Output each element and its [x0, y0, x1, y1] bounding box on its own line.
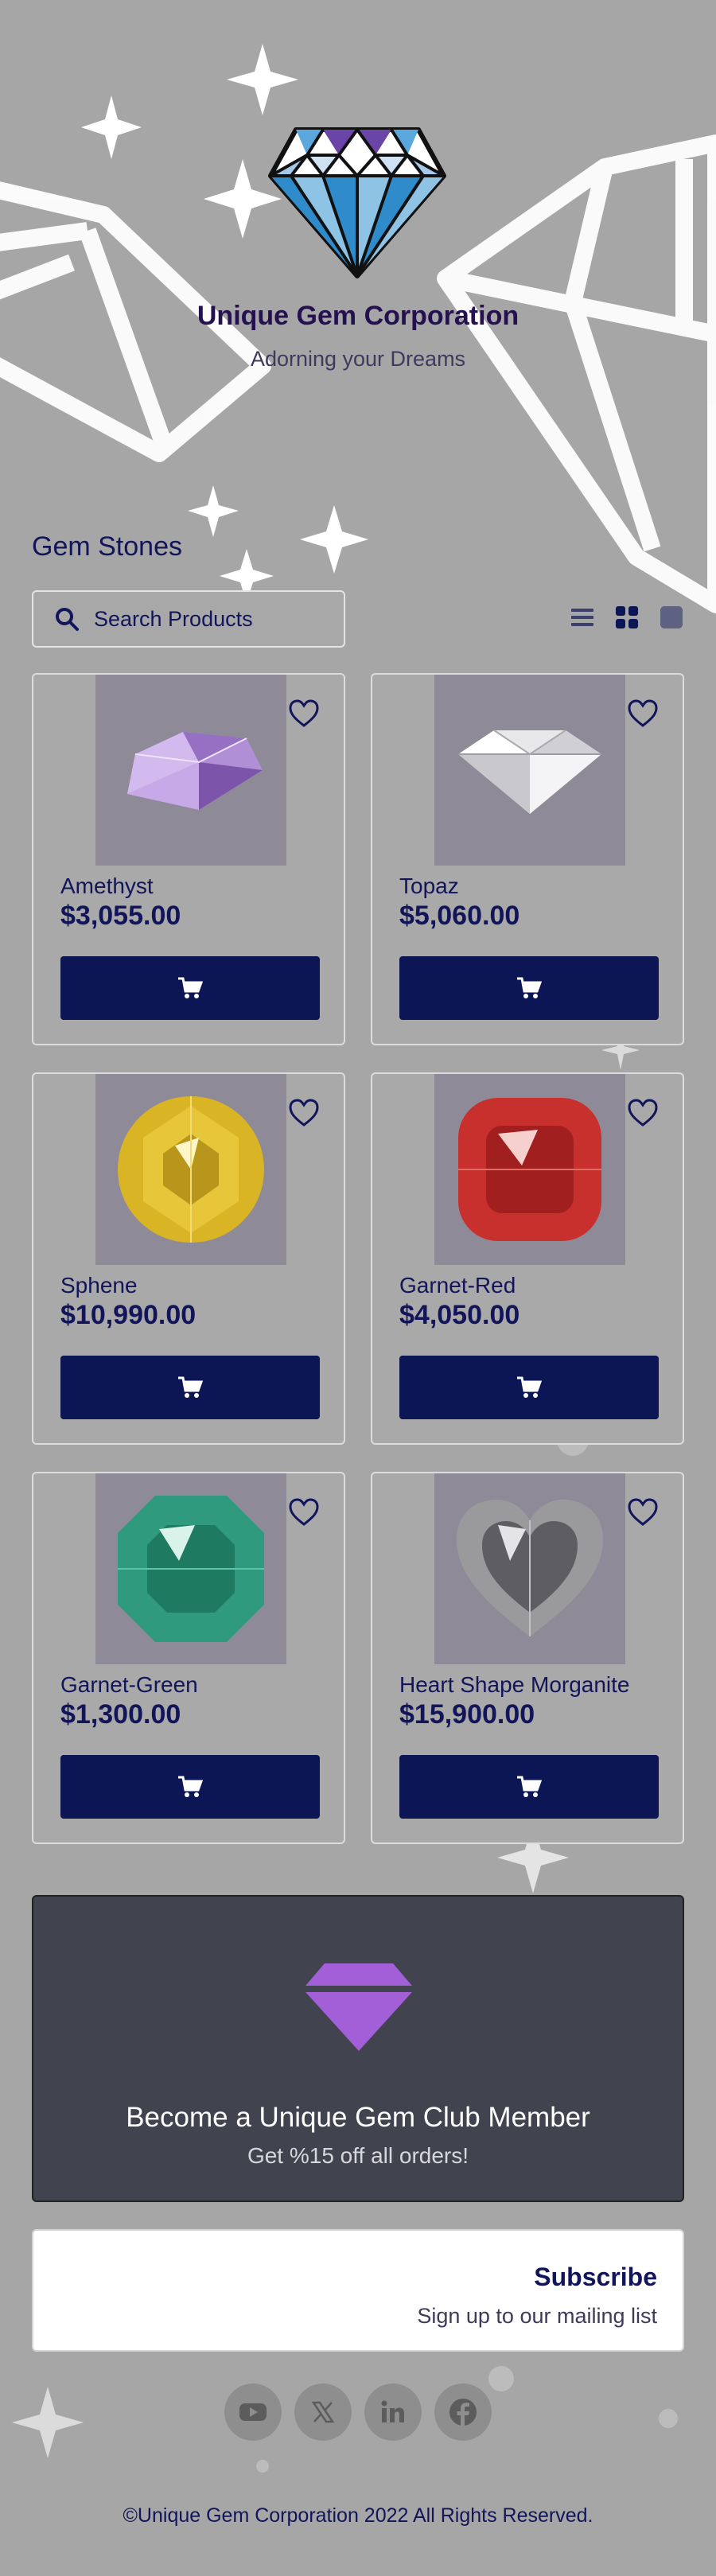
search-input[interactable]: Search Products — [32, 590, 345, 648]
search-placeholder: Search Products — [94, 606, 253, 631]
product-name: Sphene — [60, 1273, 138, 1298]
product-image — [95, 1074, 286, 1265]
subscribe-box[interactable]: Subscribe Sign up to our mailing list — [32, 2229, 684, 2352]
copyright-text: ©Unique Gem Corporation 2022 All Rights … — [123, 2504, 593, 2527]
product-image — [95, 675, 286, 866]
cart-icon — [517, 1776, 542, 1797]
search-icon — [56, 608, 79, 631]
single-view-icon[interactable] — [659, 605, 684, 630]
topaz-gem-icon — [458, 730, 601, 814]
product-card[interactable]: Garnet-Red $4,050.00 — [371, 1072, 684, 1445]
product-price: $5,060.00 — [399, 901, 520, 931]
subscribe-subtitle: Sign up to our mailing list — [417, 2304, 657, 2328]
diamond-logo — [268, 127, 446, 278]
favorite-heart-icon[interactable] — [627, 698, 659, 729]
product-price: $1,300.00 — [60, 1699, 181, 1730]
heart-morganite-gem-icon — [457, 1500, 603, 1636]
amethyst-gem-icon — [127, 732, 263, 810]
product-name: Topaz — [399, 874, 459, 898]
list-view-icon[interactable] — [570, 605, 595, 630]
club-title: Become a Unique Gem Club Member — [126, 2102, 590, 2133]
favorite-heart-icon[interactable] — [288, 698, 320, 729]
product-card[interactable]: Heart Shape Morganite $15,900.00 — [371, 1472, 684, 1844]
garnet-red-gem-icon — [458, 1098, 601, 1241]
subscribe-title: Subscribe — [534, 2263, 657, 2291]
linkedin-link[interactable] — [364, 2383, 422, 2441]
favorite-heart-icon[interactable] — [288, 1098, 320, 1128]
cart-icon — [517, 977, 542, 998]
youtube-icon — [239, 2403, 267, 2421]
product-price: $3,055.00 — [60, 901, 181, 931]
product-card[interactable]: Amethyst $3,055.00 — [32, 673, 345, 1045]
product-image — [434, 675, 625, 866]
club-subtitle: Get %15 off all orders! — [247, 2143, 469, 2168]
company-name: Unique Gem Corporation — [197, 301, 519, 331]
add-to-cart-button[interactable] — [399, 1755, 659, 1819]
product-price: $15,900.00 — [399, 1699, 535, 1730]
product-price: $10,990.00 — [60, 1300, 197, 1330]
product-name: Garnet-Green — [60, 1672, 198, 1697]
garnet-green-gem-icon — [118, 1496, 264, 1642]
club-banner[interactable]: Become a Unique Gem Club Member Get %15 … — [32, 1895, 684, 2202]
favorite-heart-icon[interactable] — [627, 1497, 659, 1527]
add-to-cart-button[interactable] — [399, 1356, 659, 1419]
purple-gem-icon — [305, 1963, 412, 2051]
add-to-cart-button[interactable] — [399, 956, 659, 1020]
facebook-link[interactable] — [434, 2383, 492, 2441]
facebook-icon — [449, 2399, 477, 2426]
cart-icon — [517, 1376, 542, 1398]
sphene-gem-icon — [118, 1096, 264, 1243]
product-image — [434, 1074, 625, 1265]
product-name: Amethyst — [60, 874, 154, 898]
cart-icon — [178, 1776, 203, 1797]
product-image — [95, 1473, 286, 1664]
product-card[interactable]: Sphene $10,990.00 — [32, 1072, 345, 1445]
favorite-heart-icon[interactable] — [627, 1098, 659, 1128]
add-to-cart-button[interactable] — [60, 1755, 320, 1819]
cart-icon — [178, 977, 203, 998]
product-name: Garnet-Red — [399, 1273, 516, 1298]
x-icon — [311, 2401, 335, 2423]
add-to-cart-button[interactable] — [60, 956, 320, 1020]
product-price: $4,050.00 — [399, 1300, 520, 1330]
youtube-link[interactable] — [224, 2383, 282, 2441]
tagline: Adorning your Dreams — [250, 347, 466, 371]
product-card[interactable]: Garnet-Green $1,300.00 — [32, 1472, 345, 1844]
add-to-cart-button[interactable] — [60, 1356, 320, 1419]
product-card[interactable]: Topaz $5,060.00 — [371, 673, 684, 1045]
product-name: Heart Shape Morganite — [399, 1672, 630, 1697]
cart-icon — [178, 1376, 203, 1398]
favorite-heart-icon[interactable] — [288, 1497, 320, 1527]
product-image — [434, 1473, 625, 1664]
section-title: Gem Stones — [32, 531, 182, 562]
linkedin-icon — [381, 2400, 404, 2422]
x-link[interactable] — [294, 2383, 352, 2441]
grid-view-icon[interactable] — [614, 605, 640, 630]
